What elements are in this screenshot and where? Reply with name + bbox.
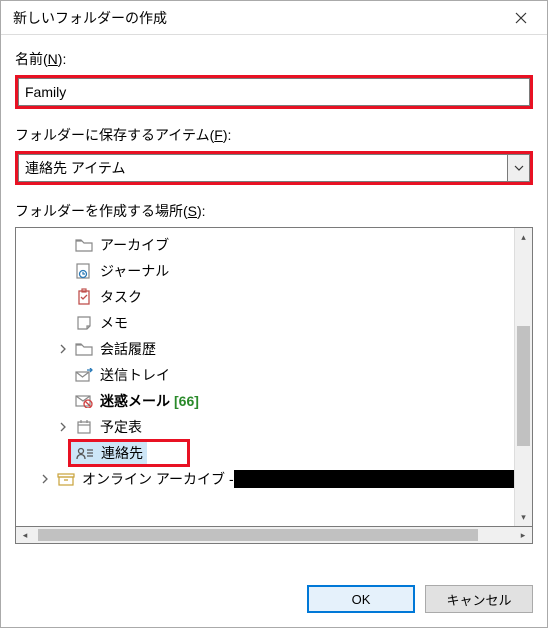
task-icon [74, 288, 94, 306]
scroll-down-button[interactable]: ▾ [515, 508, 532, 526]
folder-icon [74, 236, 94, 254]
tree-item-archive[interactable]: アーカイブ [16, 232, 514, 258]
tree-item-junk[interactable]: 迷惑メール [66] [16, 388, 514, 414]
journal-icon [74, 262, 94, 280]
name-label: 名前(N): [15, 49, 533, 69]
scroll-left-button[interactable]: ◂ [16, 527, 34, 543]
scroll-right-button[interactable]: ▸ [514, 527, 532, 543]
dialog-window: 新しいフォルダーの作成 名前(N): フォルダーに保存するアイテム(F): 連絡… [0, 0, 548, 628]
expand-arrow[interactable] [38, 474, 52, 484]
chevron-down-icon [514, 165, 524, 171]
close-icon [515, 12, 527, 24]
titlebar: 新しいフォルダーの作成 [1, 1, 547, 35]
contacts-icon [75, 444, 95, 462]
folder-tree[interactable]: アーカイブ ジャーナル タスク メモ 会話履歴 [15, 227, 533, 527]
unread-count: [66] [174, 393, 199, 409]
outbox-icon [74, 366, 94, 384]
tree-item-outbox[interactable]: 送信トレイ [16, 362, 514, 388]
close-button[interactable] [499, 3, 543, 33]
scroll-h-thumb[interactable] [38, 529, 478, 541]
tree-item-tasks[interactable]: タスク [16, 284, 514, 310]
tree-item-journal[interactable]: ジャーナル [16, 258, 514, 284]
type-label: フォルダーに保存するアイテム(F): [15, 125, 533, 145]
type-select-highlight: 連絡先 アイテム [15, 151, 533, 185]
calendar-icon [74, 418, 94, 436]
chevron-right-icon [41, 474, 49, 484]
cancel-button[interactable]: キャンセル [425, 585, 533, 613]
scroll-track[interactable] [515, 246, 532, 508]
redacted-text [234, 470, 514, 488]
tree-item-notes[interactable]: メモ [16, 310, 514, 336]
scroll-up-button[interactable]: ▴ [515, 228, 532, 246]
chevron-right-icon [59, 344, 67, 354]
note-icon [74, 314, 94, 332]
name-input[interactable] [18, 78, 530, 106]
horizontal-scrollbar[interactable]: ◂ ▸ [15, 526, 533, 544]
tree-item-contacts[interactable]: 連絡先 [16, 440, 514, 466]
tree-item-calendar[interactable]: 予定表 [16, 414, 514, 440]
vertical-scrollbar[interactable]: ▴ ▾ [514, 228, 532, 526]
chevron-right-icon [59, 422, 67, 432]
button-row: OK キャンセル [1, 571, 547, 627]
junk-icon [74, 392, 94, 410]
tree-inner: アーカイブ ジャーナル タスク メモ 会話履歴 [16, 228, 514, 526]
expand-arrow[interactable] [56, 422, 70, 432]
scroll-thumb[interactable] [517, 326, 530, 446]
ok-button[interactable]: OK [307, 585, 415, 613]
tree-item-online-archive[interactable]: オンライン アーカイブ - [16, 466, 514, 492]
dropdown-arrow [507, 155, 529, 181]
location-label: フォルダーを作成する場所(S): [15, 201, 533, 221]
folder-icon [74, 340, 94, 358]
type-select[interactable]: 連絡先 アイテム [18, 154, 530, 182]
selected-highlight: 連絡先 [68, 439, 190, 467]
name-input-highlight [15, 75, 533, 109]
dialog-content: 名前(N): フォルダーに保存するアイテム(F): 連絡先 アイテム フォルダー… [1, 35, 547, 571]
scroll-h-track[interactable] [34, 527, 514, 543]
type-select-value: 連絡先 アイテム [25, 158, 126, 178]
tree-item-conversation-history[interactable]: 会話履歴 [16, 336, 514, 362]
dialog-title: 新しいフォルダーの作成 [13, 8, 167, 28]
expand-arrow[interactable] [56, 344, 70, 354]
archive-icon [56, 470, 76, 488]
